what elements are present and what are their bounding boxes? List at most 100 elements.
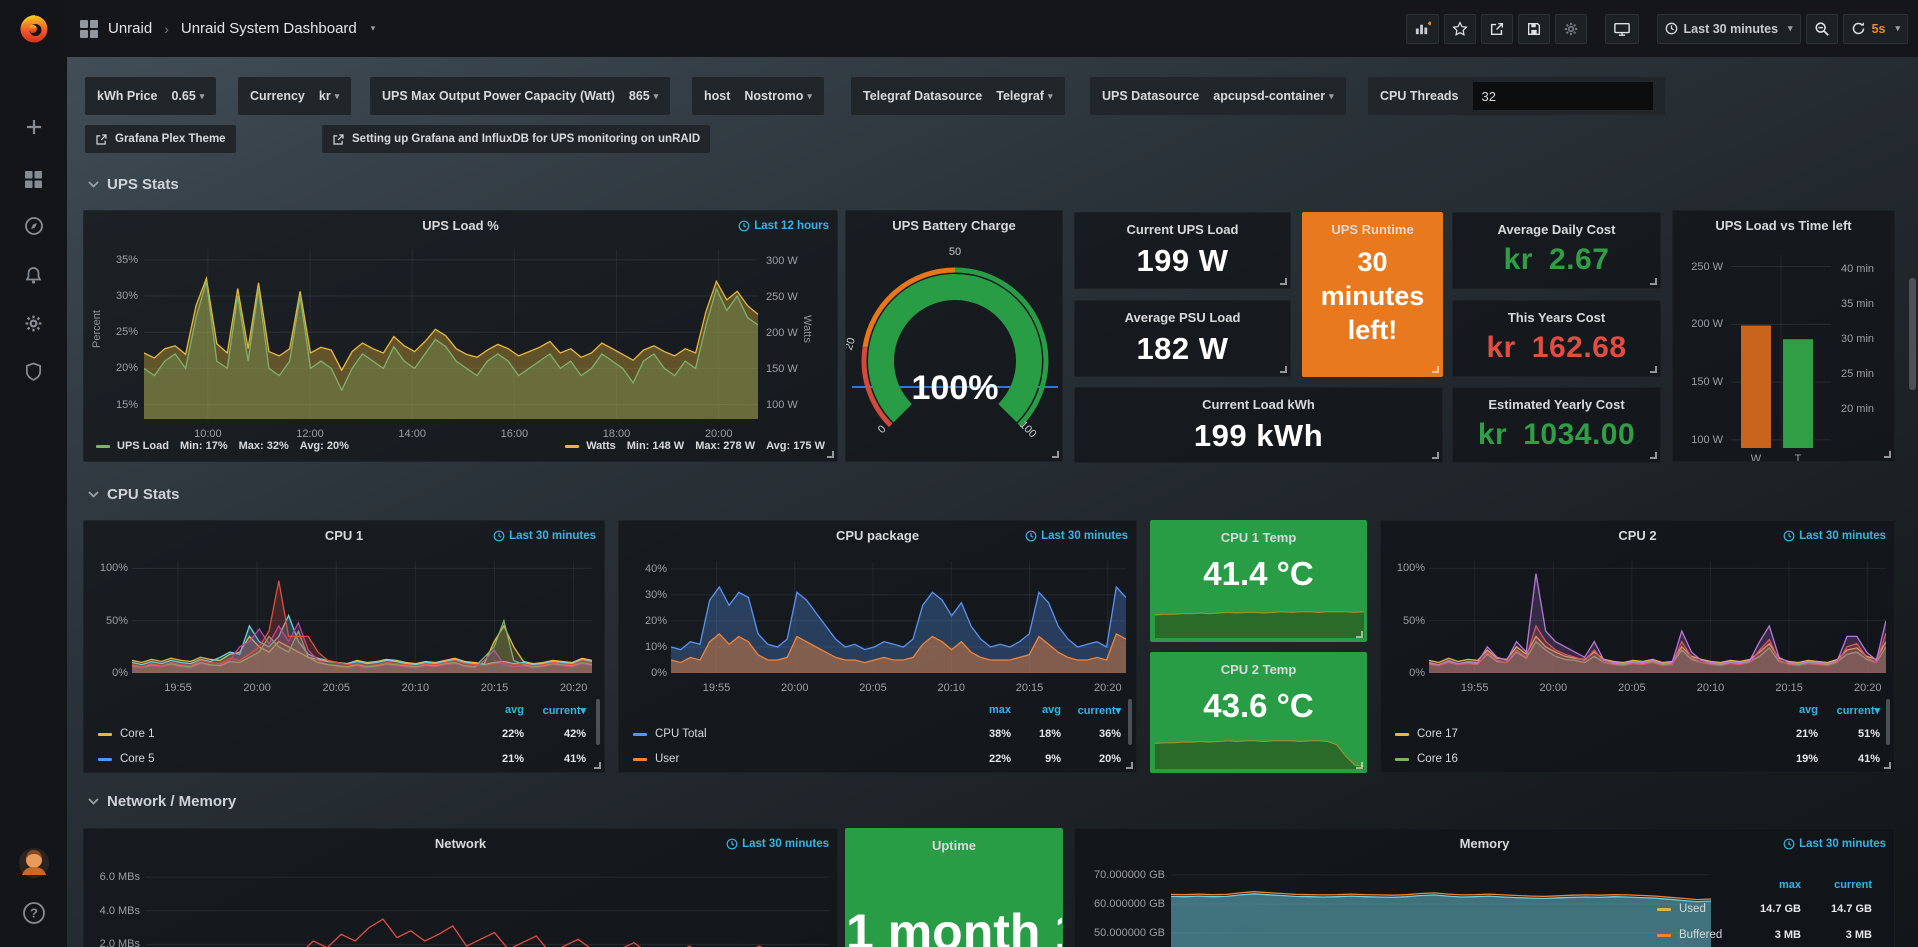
y-axis-tick: 100 W	[1675, 433, 1723, 447]
refresh-button[interactable]: 5s ▾	[1843, 14, 1908, 44]
sidebar-alerting-icon[interactable]	[0, 255, 67, 295]
link-grafana-plex-theme[interactable]: Grafana Plex Theme	[85, 125, 236, 153]
variable-value[interactable]: kr▾	[319, 89, 339, 103]
legend-sort-header-max[interactable]: max	[1735, 879, 1801, 891]
chart-plot-area	[146, 865, 829, 947]
add-panel-button[interactable]	[1406, 14, 1439, 44]
panel-title[interactable]: This Years Cost	[1453, 310, 1660, 325]
share-dashboard-button[interactable]	[1481, 14, 1513, 44]
legend-item-buffered[interactable]: Buffered	[1657, 929, 1722, 941]
link-ups-monitoring-guide[interactable]: Setting up Grafana and InfluxDB for UPS …	[322, 125, 710, 153]
legend-item-core-5[interactable]: Core 5	[98, 753, 155, 765]
legend-item-core-17[interactable]: Core 17	[1395, 728, 1458, 740]
panel-title[interactable]: Current UPS Load	[1075, 222, 1290, 237]
legend-item-watts[interactable]: WattsMin: 148 WMax: 278 WAvg: 175 W	[565, 440, 825, 452]
legend-scrollbar[interactable]	[1128, 699, 1132, 745]
panel-title[interactable]: CPU 1 Temp	[1151, 530, 1366, 545]
variable-value[interactable]: apcupsd-container▾	[1213, 89, 1333, 103]
legend-sort-header-current[interactable]: current▾	[1814, 704, 1880, 717]
section-cpu-stats[interactable]: CPU Stats	[88, 486, 180, 503]
variable-label: UPS Datasource	[1102, 89, 1199, 103]
stat-value: 199 kWh	[1075, 418, 1442, 454]
scrollbar-thumb[interactable]	[1909, 278, 1916, 390]
variable-ups-datasource[interactable]: UPS Datasource apcupsd-container▾	[1090, 77, 1346, 115]
legend-item-core-1[interactable]: Core 1	[98, 728, 155, 740]
variable-telegraf-datasource[interactable]: Telegraf Datasource Telegraf▾	[851, 77, 1065, 115]
legend-scrollbar[interactable]	[596, 699, 600, 745]
panel-title[interactable]: UPS Battery Charge	[886, 218, 1022, 233]
panel-title[interactable]: Average Daily Cost	[1453, 222, 1660, 237]
y-axis-tick: 300 W	[766, 254, 826, 268]
x-axis-tick: 20:20	[1836, 681, 1895, 695]
legend-item-ups-load[interactable]: UPS LoadMin: 17%Max: 32%Avg: 20%	[96, 440, 349, 452]
legend-value: 21%	[1752, 728, 1818, 740]
legend-sort-header-avg[interactable]: avg	[995, 704, 1061, 716]
legend-value: 14.7 GB	[1806, 903, 1872, 915]
dashboard-settings-button[interactable]	[1555, 14, 1587, 44]
section-network-memory[interactable]: Network / Memory	[88, 793, 236, 810]
panel-title[interactable]: Average PSU Load	[1075, 310, 1290, 325]
sidebar-explore-icon[interactable]	[0, 206, 67, 246]
legend-sort-header-current[interactable]: current▾	[1055, 704, 1121, 717]
variable-currency[interactable]: Currency kr▾	[238, 77, 351, 115]
page-scrollbar[interactable]	[1909, 0, 1916, 947]
tv-mode-button[interactable]	[1605, 14, 1639, 44]
panel-title[interactable]: UPS Load %	[124, 218, 797, 233]
save-dashboard-button[interactable]	[1518, 14, 1550, 44]
user-avatar[interactable]	[0, 843, 67, 883]
time-range-label: Last 30 minutes	[1684, 22, 1778, 36]
variable-value[interactable]: 865▾	[629, 89, 658, 103]
time-range-picker[interactable]: Last 30 minutes ▾	[1657, 14, 1801, 44]
variable-host[interactable]: host Nostromo▾	[692, 77, 824, 115]
dashboards-grid-icon[interactable]	[80, 20, 98, 38]
series-line-core-red	[132, 581, 592, 667]
legend-value: 36%	[1055, 728, 1121, 740]
y-axis-tick: 30 min	[1841, 332, 1893, 346]
sidebar-configuration-icon[interactable]	[0, 303, 67, 343]
panel-title[interactable]: UPS Runtime	[1303, 222, 1442, 237]
y-axis-tick: 100 W	[766, 398, 826, 412]
panel-this-years-cost: This Years Cost kr162.68	[1452, 300, 1661, 377]
breadcrumb-folder[interactable]: Unraid	[108, 20, 152, 37]
legend-sort-header-avg[interactable]: avg	[458, 704, 524, 716]
legend-item-core-16[interactable]: Core 16	[1395, 753, 1458, 765]
variable-value[interactable]: Nostromo▾	[744, 89, 812, 103]
panel-title[interactable]: CPU 2 Temp	[1151, 662, 1366, 677]
variable-value[interactable]: Telegraf▾	[996, 89, 1052, 103]
panel-title[interactable]: Estimated Yearly Cost	[1453, 397, 1660, 412]
legend-scrollbar[interactable]	[1886, 699, 1890, 745]
variable-value[interactable]: 0.65▾	[171, 89, 204, 103]
x-axis-tick: 20:10	[919, 681, 983, 695]
panel-title[interactable]: Network	[124, 836, 797, 851]
panel-ups-load-vs-time-left: UPS Load vs Time left 250 W200 W150 W100…	[1672, 210, 1895, 462]
legend-sort-header-avg[interactable]: avg	[1752, 704, 1818, 716]
x-axis-tick: 20:15	[462, 681, 526, 695]
zoom-out-time-button[interactable]	[1806, 14, 1838, 44]
sidebar-create-icon[interactable]	[0, 107, 67, 147]
x-axis-tick: 20:05	[304, 681, 368, 695]
cpu-threads-input[interactable]	[1473, 82, 1653, 110]
panel-title[interactable]: UPS Load vs Time left	[1683, 218, 1884, 233]
sidebar-server-admin-icon[interactable]	[0, 351, 67, 391]
refresh-interval-label[interactable]: 5s	[1872, 22, 1886, 36]
legend-series-color	[1395, 733, 1409, 736]
panel-title[interactable]: Memory	[1115, 836, 1854, 851]
temperature-sparkline	[1155, 606, 1364, 638]
legend-item-used[interactable]: Used	[1657, 903, 1706, 915]
grafana-logo[interactable]	[14, 8, 54, 48]
legend-item-cpu-total[interactable]: CPU Total	[633, 728, 707, 740]
stat-value: kr162.68	[1453, 331, 1660, 365]
star-dashboard-button[interactable]	[1444, 14, 1476, 44]
legend-sort-header-current[interactable]: current	[1806, 879, 1872, 891]
breadcrumb-dashboard-title[interactable]: Unraid System Dashboard	[181, 20, 357, 37]
variable-ups-max-output[interactable]: UPS Max Output Power Capacity (Watt) 865…	[370, 77, 670, 115]
legend-item-user[interactable]: User	[633, 753, 679, 765]
dashboard-title-caret-icon[interactable]: ▾	[367, 23, 376, 34]
panel-title[interactable]: Uptime	[846, 838, 1062, 853]
legend-sort-header-current[interactable]: current▾	[520, 704, 586, 717]
section-ups-stats[interactable]: UPS Stats	[88, 176, 179, 193]
sidebar-dashboards-icon[interactable]	[0, 159, 67, 199]
panel-title[interactable]: Current Load kWh	[1075, 397, 1442, 412]
variable-kwh-price[interactable]: kWh Price 0.65▾	[85, 77, 216, 115]
help-icon[interactable]: ?	[0, 893, 67, 933]
